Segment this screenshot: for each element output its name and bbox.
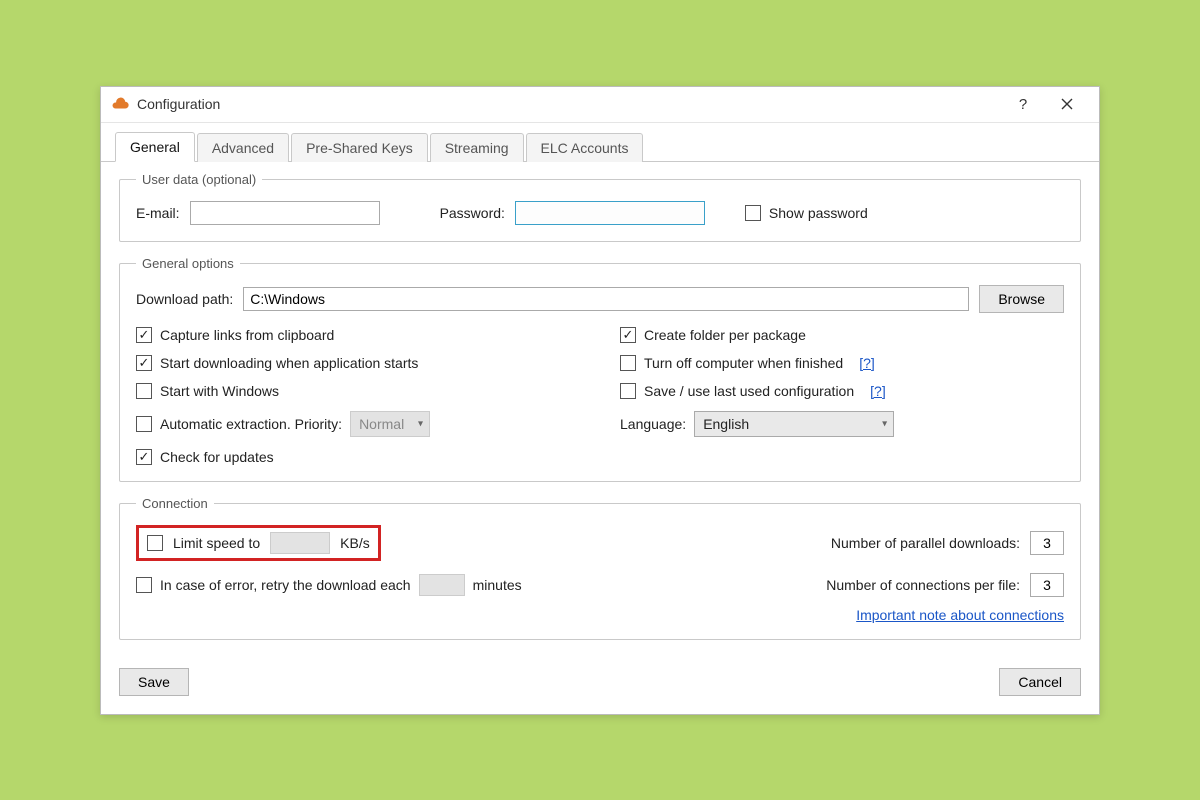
connections-per-file-field[interactable] [1030,573,1064,597]
dialog-button-bar: Save Cancel [101,668,1099,714]
create-folder-label: Create folder per package [644,327,806,343]
start-download-label: Start downloading when application start… [160,355,418,371]
help-button[interactable]: ? [1001,88,1045,120]
language-label: Language: [620,416,686,432]
download-path-label: Download path: [136,291,233,307]
auto-extraction-label: Automatic extraction. Priority: [160,416,342,432]
parallel-downloads-label: Number of parallel downloads: [831,535,1020,551]
important-note-link[interactable]: Important note about connections [856,607,1064,623]
window-title: Configuration [137,96,220,112]
configuration-window: Configuration ? General Advanced Pre-Sha… [100,86,1100,715]
start-windows-checkbox[interactable] [136,383,152,399]
password-field[interactable] [515,201,705,225]
app-cloud-icon [111,95,129,113]
email-label: E-mail: [136,205,180,221]
limit-speed-unit: KB/s [340,535,370,551]
parallel-downloads-field[interactable] [1030,531,1064,555]
tab-content: User data (optional) E-mail: Password: S… [101,162,1099,668]
create-folder-checkbox[interactable] [620,327,636,343]
limit-speed-checkbox[interactable] [147,535,163,551]
download-path-field[interactable] [243,287,969,311]
close-button[interactable] [1045,88,1089,120]
turn-off-label: Turn off computer when finished [644,355,843,371]
connection-legend: Connection [136,496,214,511]
save-config-checkbox[interactable] [620,383,636,399]
capture-links-checkbox[interactable] [136,327,152,343]
limit-speed-highlight: Limit speed to KB/s [136,525,381,561]
show-password-checkbox[interactable] [745,205,761,221]
titlebar: Configuration ? [101,87,1099,123]
user-data-legend: User data (optional) [136,172,262,187]
turn-off-checkbox[interactable] [620,355,636,371]
chevron-down-icon: ▾ [418,418,423,429]
save-config-help-link[interactable]: [?] [870,383,886,399]
tab-streaming[interactable]: Streaming [430,133,524,162]
retry-checkbox[interactable] [136,577,152,593]
cancel-button[interactable]: Cancel [999,668,1081,696]
user-data-group: User data (optional) E-mail: Password: S… [119,172,1081,242]
tab-advanced[interactable]: Advanced [197,133,289,162]
general-options-legend: General options [136,256,240,271]
chevron-down-icon: ▾ [882,418,887,429]
start-windows-label: Start with Windows [160,383,279,399]
password-label: Password: [440,205,505,221]
tab-pre-shared-keys[interactable]: Pre-Shared Keys [291,133,428,162]
turn-off-help-link[interactable]: [?] [859,355,875,371]
tab-general[interactable]: General [115,132,195,162]
connection-group: Connection Limit speed to KB/s Number of… [119,496,1081,640]
language-value: English [703,416,749,432]
save-config-label: Save / use last used configuration [644,383,854,399]
limit-speed-label: Limit speed to [173,535,260,551]
check-updates-checkbox[interactable] [136,449,152,465]
start-download-checkbox[interactable] [136,355,152,371]
show-password-label: Show password [769,205,868,221]
retry-unit: minutes [473,577,522,593]
check-updates-label: Check for updates [160,449,274,465]
tab-elc-accounts[interactable]: ELC Accounts [526,133,644,162]
auto-extraction-checkbox[interactable] [136,416,152,432]
connections-per-file-label: Number of connections per file: [826,577,1020,593]
general-options-group: General options Download path: Browse Ca… [119,256,1081,482]
language-select[interactable]: English ▾ [694,411,894,437]
email-field[interactable] [190,201,380,225]
priority-select[interactable]: Normal ▾ [350,411,430,437]
tab-bar: General Advanced Pre-Shared Keys Streami… [101,123,1099,162]
browse-button[interactable]: Browse [979,285,1064,313]
limit-speed-field[interactable] [270,532,330,554]
save-button[interactable]: Save [119,668,189,696]
retry-minutes-field[interactable] [419,574,465,596]
retry-label: In case of error, retry the download eac… [160,577,411,593]
priority-value: Normal [359,416,404,432]
capture-links-label: Capture links from clipboard [160,327,334,343]
